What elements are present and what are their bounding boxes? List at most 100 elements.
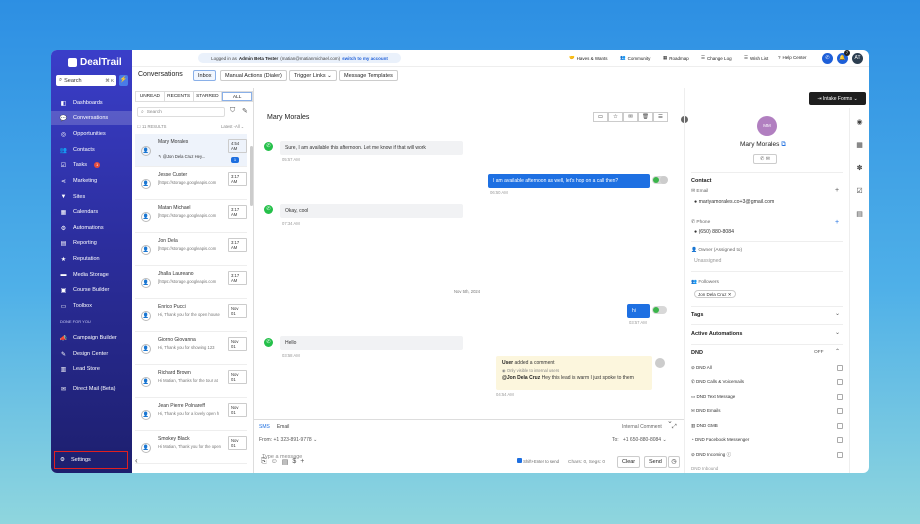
wish-list-link[interactable]: ☰ Wish List <box>744 55 768 61</box>
dnd-emails-checkbox[interactable] <box>837 408 843 414</box>
sidebar-item-sites[interactable]: ▼ Sites <box>51 190 132 204</box>
tab-manual-actions[interactable]: Manual Actions (Dialer) <box>220 70 287 81</box>
sidebar-item-opportunities[interactable]: ◎ Opportunities <box>51 127 132 141</box>
sidebar-item-contacts[interactable]: 👥 Contacts <box>51 143 132 157</box>
phone-icon[interactable]: ✆ <box>760 156 764 162</box>
tab-sms[interactable]: SMS <box>259 424 270 430</box>
list-item[interactable]: 👤 Jean Pierre Polnareff Hi, Thank you for … <box>135 398 247 431</box>
sidebar-item-calendars[interactable]: ▦ Calendars <box>51 205 132 219</box>
help-center-link[interactable]: ? Help Center <box>778 55 807 60</box>
list-item[interactable]: 👤 Jon Dela [https://storage.googleapis.com… <box>135 233 247 266</box>
dnd-facebook-row[interactable]: ◔ DND Facebook Messenger <box>691 437 843 447</box>
sms-toggle[interactable] <box>652 306 667 314</box>
section-dnd[interactable]: DND <box>691 350 703 356</box>
sidebar-item-reputation[interactable]: ★ Reputation <box>51 252 132 266</box>
mail-icon[interactable]: ✉ <box>766 156 770 162</box>
sidebar-item-automations[interactable]: ⚙ Automations <box>51 221 132 235</box>
external-link-icon[interactable]: ⧉ <box>781 141 786 148</box>
trash-icon[interactable]: 🗑 <box>638 112 653 122</box>
tab-message-templates[interactable]: Message Templates <box>339 70 398 81</box>
chevron-down-icon[interactable]: ⌄ <box>835 329 840 336</box>
sidebar-item-design-center[interactable]: ✎ Design Center <box>51 347 132 361</box>
template-icon[interactable]: ▤ <box>282 458 289 466</box>
dnd-calls-checkbox[interactable] <box>837 379 843 385</box>
user-circle-icon[interactable]: ◉ <box>850 118 869 126</box>
tasks-icon[interactable]: ☑ <box>850 187 869 195</box>
roadmap-link[interactable]: ▦ Roadmap <box>663 55 689 61</box>
dnd-text-checkbox[interactable] <box>837 394 843 400</box>
notes-icon[interactable]: ▤ <box>850 210 869 218</box>
sidebar-item-course-builder[interactable]: ▣ Course Builder <box>51 283 132 297</box>
list-item[interactable]: 👤 Smokey Black Hi Matian, Thank you for th… <box>135 431 247 464</box>
attach-icon[interactable]: ⎘ <box>261 458 267 466</box>
filter-icon[interactable]: ☰ <box>653 112 668 122</box>
collapse-sidebar-icon[interactable]: ‹ <box>135 456 138 465</box>
sidebar-item-settings[interactable]: ⚙ Settings <box>54 451 128 469</box>
dnd-all-row[interactable]: ⊘ DND All <box>691 365 843 375</box>
filter-recents[interactable]: RECENTS <box>165 92 194 101</box>
dnd-incoming-row[interactable]: ⊘ DND Incoming ⓘ <box>691 452 843 462</box>
dnd-facebook-checkbox[interactable] <box>837 437 843 443</box>
star-icon[interactable]: ☆ <box>608 112 623 122</box>
list-item[interactable]: 👤 Richard Brown Hi Matian, Thanks for the … <box>135 365 247 398</box>
contact-email[interactable]: ● mariyamorales.co+3@gmail.com <box>694 199 774 205</box>
dnd-all-checkbox[interactable] <box>837 365 843 371</box>
dnd-calls-row[interactable]: ✆ DND Calls & Voicemails <box>691 379 843 389</box>
tab-trigger-links[interactable]: Trigger Links ⌄ <box>289 70 337 81</box>
shift-enter-checkbox[interactable]: Shift+Enter to send <box>517 458 559 464</box>
dnd-gmb-checkbox[interactable] <box>837 423 843 429</box>
sidebar-item-conversations[interactable]: 💬 Conversations <box>51 111 132 125</box>
app-logo[interactable]: DealTrail <box>68 57 122 68</box>
dnd-text-row[interactable]: ▭ DND Text Message <box>691 394 843 404</box>
sidebar-item-media-storage[interactable]: ▬ Media Storage <box>51 268 132 282</box>
from-select[interactable]: From: +1 323-891-9778 ⌄ <box>259 437 317 443</box>
send-button[interactable]: Send <box>644 456 667 468</box>
notifications-button[interactable]: 🔔 7 <box>837 50 850 64</box>
sidebar-item-marketing[interactable]: ⋖ Marketing <box>51 174 132 188</box>
tab-email[interactable]: Email <box>277 424 290 430</box>
list-item[interactable]: 👤 Enrico Pucci Hi, Thank you for the open … <box>135 299 247 332</box>
section-active-automations[interactable]: Active Automations <box>691 331 742 337</box>
chevron-up-icon[interactable]: ⌃ <box>835 348 840 355</box>
chevron-down-icon[interactable]: ⌄ <box>835 310 840 317</box>
dnd-gmb-row[interactable]: ▥ DND GMB <box>691 423 843 433</box>
sidebar-item-direct-mail[interactable]: ✉ Direct Mail (Beta) <box>51 382 132 396</box>
community-link[interactable]: 👥 Community <box>620 55 650 61</box>
compose-icon[interactable]: ✎ <box>242 107 248 115</box>
list-search-input[interactable]: ⌕ Search <box>137 107 225 117</box>
quick-action-button[interactable]: ⚡ <box>119 75 128 86</box>
calendar-icon[interactable]: ▦ <box>850 141 869 149</box>
follower-chip[interactable]: Jon Dela Cruz ✕ <box>694 290 736 298</box>
list-item[interactable]: 👤 Mary Morales ↰ @Jon Dela Cruz Hey... 4… <box>135 134 247 167</box>
schedule-button[interactable]: ◷ <box>668 456 680 468</box>
select-all-checkbox[interactable]: ☐ <box>137 124 141 129</box>
filter-all[interactable]: ALL <box>222 92 252 101</box>
clear-button[interactable]: Clear <box>617 456 641 468</box>
sidebar-item-reporting[interactable]: ▤ Reporting <box>51 236 132 250</box>
sidebar-item-tasks[interactable]: ☑ Tasks 1 <box>51 158 132 172</box>
folder-icon[interactable]: ▭ <box>593 112 608 122</box>
sidebar-item-toolbox[interactable]: ▭ Toolbox <box>51 299 132 313</box>
tab-inbox[interactable]: Inbox <box>193 70 217 81</box>
to-select[interactable]: To: +1 650-880-8084 ⌄ <box>612 437 667 443</box>
owner-select[interactable]: Unassigned <box>694 258 721 264</box>
add-email-icon[interactable]: + <box>835 187 839 194</box>
dnd-emails-row[interactable]: ✉ DND Emails <box>691 408 843 418</box>
sidebar-item-dashboards[interactable]: ◧ Dashboards <box>51 96 132 110</box>
add-phone-icon[interactable]: + <box>835 219 839 226</box>
change-log-link[interactable]: ☰ Change Log <box>701 55 732 61</box>
section-tags[interactable]: Tags <box>691 312 703 318</box>
list-scrollbar[interactable] <box>250 146 253 206</box>
emoji-icon[interactable]: ☺ <box>271 458 278 466</box>
list-item[interactable]: 👤 Matan Michael [https://storage.googleapi… <box>135 200 247 233</box>
switch-account-link[interactable]: switch to my account <box>342 56 388 61</box>
internal-comment-tab[interactable]: Internal Comment <box>622 424 662 430</box>
user-avatar[interactable]: AT <box>852 53 863 64</box>
dollar-icon[interactable]: $ <box>292 458 296 466</box>
expand-icon[interactable]: ⤢ <box>672 424 677 431</box>
haves-wants-link[interactable]: 🤝 Haves & Wants <box>569 55 607 61</box>
sort-dropdown[interactable]: Latest -All ⌄ <box>221 124 244 129</box>
filter-starred[interactable]: STARRED <box>194 92 223 101</box>
integrations-icon[interactable]: ✽ <box>850 164 869 172</box>
phone-button[interactable]: ✆ <box>822 53 833 64</box>
